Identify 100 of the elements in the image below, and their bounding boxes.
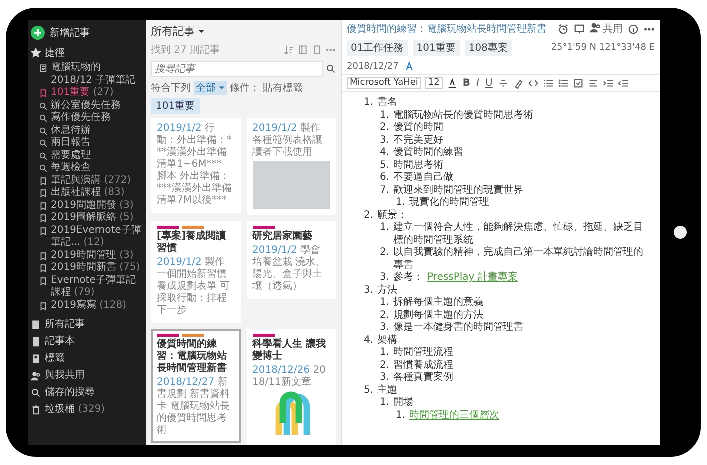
link[interactable]: 時間管理的三個層次 xyxy=(410,410,500,422)
font-selector[interactable]: Microsoft YaHei xyxy=(347,77,422,89)
sidebar-item[interactable]: 寫作優先任務 xyxy=(31,112,143,124)
note-snippet: 2018/12/27 新書規劃 新書資料卡 電腦玩物站長的優質時間思考術 xyxy=(157,377,232,437)
sidebar-item[interactable]: 2019寫寫 (128) xyxy=(31,300,143,312)
sidebar-item[interactable]: 標籤 xyxy=(31,350,143,367)
sidebar-item[interactable]: 記事本 xyxy=(31,333,143,350)
share-button[interactable]: 共用 xyxy=(603,22,623,36)
location-label[interactable]: 25°1'59 N 121°33'48 E xyxy=(551,43,655,53)
sidebar-item[interactable]: 所有記事 xyxy=(31,316,143,333)
view-icon xyxy=(298,45,308,55)
sidebar-item[interactable]: 需要處理 xyxy=(31,150,143,162)
list-number: 1. xyxy=(380,347,390,360)
search-field[interactable]: 搜尋記事 xyxy=(151,61,323,77)
sidebar-item[interactable]: 筆記與演講 (272) xyxy=(31,174,143,187)
link[interactable]: PressPlay 計畫專案 xyxy=(428,272,518,284)
sidebar-item[interactable]: 辦公室優先任務 xyxy=(31,100,143,112)
sidebar-item[interactable]: 2019時間管理 (3) xyxy=(31,250,143,262)
list-number: 1. xyxy=(380,297,390,310)
note-snippet: 2018/12/26 2018/11新文章 xyxy=(252,365,328,389)
list-number: 7. xyxy=(380,184,390,197)
note-title: 優質時間的練習：電腦玩物站長時間管理新書 xyxy=(157,339,228,375)
note-snippet: 2019/1/2 學會培養盆栽 澆水、陽光、盒子與土壤（透氣） xyxy=(252,245,327,293)
outline-item: 歡迎來到時間管理的現實世界 xyxy=(394,184,524,196)
code-icon xyxy=(528,78,539,88)
note-card[interactable]: 2019/1/2 製作各種範例表格讓讀者下載使用 xyxy=(246,118,336,215)
search-icon xyxy=(39,126,48,136)
note-card[interactable]: 研究居家園藝 2019/1/2 學會培養盆栽 澆水、陽光、盒子與土壤（透氣） xyxy=(246,221,336,299)
format-button[interactable]: I xyxy=(475,78,480,88)
sidebar-item[interactable]: 休息待辦 xyxy=(31,124,143,137)
outline-item: 時間思考術 xyxy=(394,160,444,172)
tag-chip[interactable]: 101重要 xyxy=(412,40,460,56)
format-button[interactable]: U xyxy=(484,78,494,88)
format-button[interactable]: B xyxy=(462,78,472,88)
new-note-button[interactable]: 新增記事 xyxy=(50,26,90,40)
list-number: 2. xyxy=(364,210,374,222)
list-number: 1. xyxy=(380,110,390,122)
presentation-icon xyxy=(574,24,585,34)
list-number: 3. xyxy=(380,322,390,334)
outline-item: 優質時間的練習 xyxy=(394,147,464,160)
sidebar-item[interactable]: 兩日報告 xyxy=(31,137,143,150)
tag-chip[interactable]: 101重要 xyxy=(151,98,200,114)
outline-item: 習慣養成流程 xyxy=(394,360,454,372)
sidebar-item[interactable]: 2019時間新書 (75) xyxy=(31,262,143,274)
sidebar-item[interactable]: 與我共用 xyxy=(31,367,143,384)
search-icon xyxy=(39,164,48,173)
list-number: 1. xyxy=(380,397,390,410)
note-card[interactable]: [專案]養成閱讀習慣 2019/1/2 製作一個開始新習慣養成規劃表單 可採取行動：排程下一步 xyxy=(151,221,240,323)
sidebar-item[interactable]: 每週檢查 xyxy=(31,162,143,174)
numbered-list-icon xyxy=(542,78,554,88)
outline-item: 不完美更好 xyxy=(394,134,444,146)
sidebar-item[interactable]: 2019Evernote子彈筆記... (12) xyxy=(31,224,143,250)
outdent-icon xyxy=(618,78,629,88)
trash-icon xyxy=(31,404,41,414)
list-number: 3. xyxy=(380,372,390,384)
search-icon xyxy=(39,114,48,123)
note-icon xyxy=(31,320,41,330)
list-number: 2. xyxy=(380,122,390,134)
outline-item: 不要逼自己做 xyxy=(394,172,454,184)
sidebar-item[interactable]: 2019問題開發 (3) xyxy=(31,200,143,212)
notebook-icon xyxy=(31,336,41,346)
list-number: 5. xyxy=(364,384,374,397)
strikethrough-icon xyxy=(498,78,509,88)
outline-item: 以自我實驗的精神，完成自己第一本單純討論時間管理的專書 xyxy=(394,247,645,272)
scope-dropdown[interactable]: 全部 xyxy=(194,81,228,95)
list-title[interactable]: 所有記事 xyxy=(151,24,195,39)
outline-item: 願景： xyxy=(378,210,408,222)
outline-item: 主題 xyxy=(378,384,398,397)
list-number: 5. xyxy=(380,160,390,172)
info-icon xyxy=(628,24,639,34)
outline-item: 參考： xyxy=(394,272,424,284)
tag-chip[interactable]: 108專案 xyxy=(464,40,512,56)
note-count: 找到 27 則記事 xyxy=(151,44,220,57)
date-label[interactable]: 2018/12/27 xyxy=(347,62,399,72)
alarm-icon xyxy=(558,24,569,34)
note-card[interactable]: 2019/1/2 行動：外出準備：***漢漢外出準備清單1~6M*** 腳本 外出準備：***漢漢外出準備清單7M以後*** xyxy=(151,118,240,213)
outline-item: 現實化的時間管理 xyxy=(410,197,490,210)
sidebar-item[interactable]: 垃圾桶 (329) xyxy=(31,401,143,418)
sidebar-item[interactable]: 電腦玩物的 2018/12 子彈筆記 xyxy=(31,62,143,87)
plus-icon xyxy=(31,26,45,40)
list-number: 2. xyxy=(380,247,390,260)
notebook-selector[interactable]: 01工作任務 xyxy=(347,40,408,56)
caret-icon xyxy=(219,85,226,91)
people-icon xyxy=(31,370,41,380)
search-icon xyxy=(39,102,48,110)
sidebar-item[interactable]: 2019圖解脈絡 (5) xyxy=(31,212,143,224)
note-card[interactable]: 優質時間的練習：電腦玩物站長時間管理新書 2018/12/27 新書規劃 新書資料卡 電腦玩物站長的優質時間思考術 xyxy=(151,329,240,443)
home-button[interactable] xyxy=(674,226,687,239)
note-card[interactable]: 科學看人生 讓我變博士 2018/12/26 2018/11新文章 xyxy=(246,329,336,445)
outline-item: 電腦玩物站長的優質時間思考術 xyxy=(394,110,534,122)
list-number: 2. xyxy=(380,310,390,322)
sidebar-item[interactable]: 出版社課程 (83) xyxy=(31,187,143,200)
size-selector[interactable]: 12 xyxy=(425,77,443,89)
outline-item: 各種真實案例 xyxy=(394,372,454,384)
sidebar-item[interactable]: 儲存的搜尋 xyxy=(31,384,143,401)
sidebar-item[interactable]: 101重要 (27) xyxy=(31,87,143,100)
outline-item: 書名 xyxy=(378,97,398,110)
shortcuts-header: 捷徑 xyxy=(45,46,65,60)
list-number: 1. xyxy=(396,410,406,422)
sidebar-item[interactable]: Evernote子彈筆記課程 (79) xyxy=(31,274,143,300)
